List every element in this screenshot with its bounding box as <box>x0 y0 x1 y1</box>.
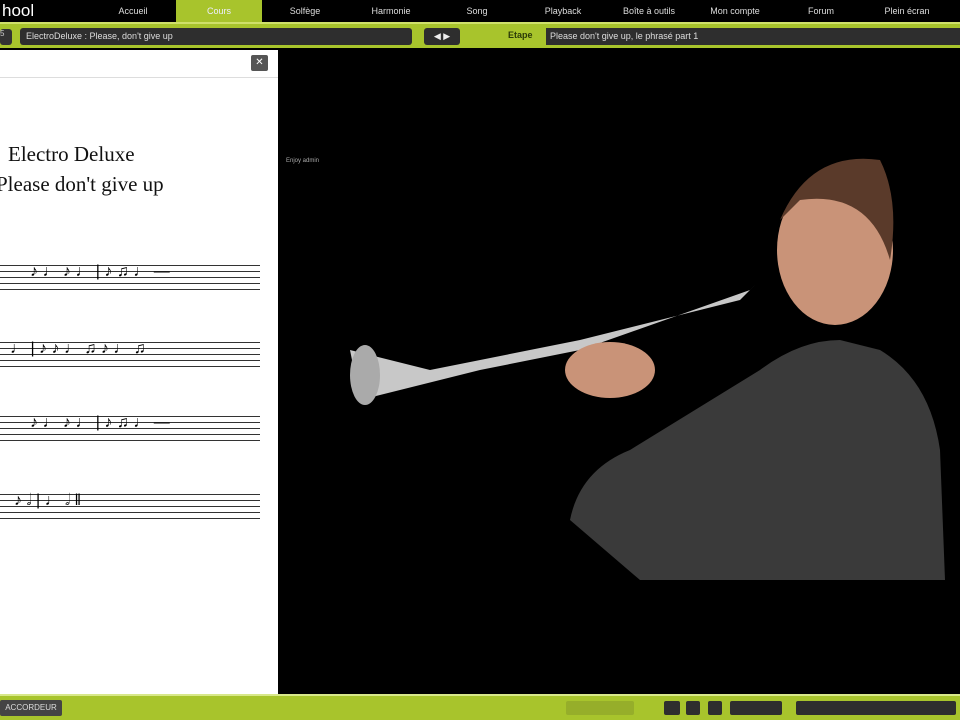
trumpet-player-video-frame <box>350 158 945 580</box>
lesson-bar: 5 ElectroDeluxe : Please, don't give up … <box>0 22 960 48</box>
nav-forum[interactable]: Forum <box>778 0 864 22</box>
video-label: Enjoy admin <box>286 158 320 164</box>
plus-button[interactable] <box>708 701 722 715</box>
score-panel: ✕ Electro Deluxe Please don't give up ♪ … <box>0 50 278 694</box>
video-player[interactable]: Enjoy admin <box>280 50 960 694</box>
staff-3: ♪ ♩ ♪ ♩ | ♪ ♫ ♩ — <box>0 414 260 441</box>
minus-button[interactable] <box>686 701 700 715</box>
progress-bar[interactable] <box>796 701 956 715</box>
score-title: Electro Deluxe <box>8 142 135 166</box>
nav-playback[interactable]: Playback <box>520 0 606 22</box>
nav-plein-ecran[interactable]: Plein écran <box>864 0 950 22</box>
disabled-control <box>566 701 634 715</box>
logo: hool <box>2 1 35 20</box>
accordeur-button[interactable]: ACCORDEUR <box>0 700 62 716</box>
top-navigation: hool Accueil Cours Solfège Harmonie Song… <box>0 0 960 22</box>
prev-next-buttons[interactable]: ◀ ▶ <box>424 28 460 45</box>
staff-4: ♪ 𝅗𝅥 | ♩ 𝅗𝅥 ‖ <box>0 492 260 519</box>
staff-2: ♩ | ♪ ♪ ♩ ♫ ♪ ♩ ♫ <box>0 340 260 367</box>
nav-harmonie[interactable]: Harmonie <box>348 0 434 22</box>
tempo-field[interactable] <box>730 701 782 715</box>
nav-solfege[interactable]: Solfège <box>262 0 348 22</box>
etape-select[interactable]: Please don't give up, le phrasé part 1 <box>546 28 960 45</box>
loop-button[interactable] <box>664 701 680 715</box>
nav-boite-a-outils[interactable]: Boîte à outils <box>606 0 692 22</box>
nav-mon-compte[interactable]: Mon compte <box>692 0 778 22</box>
score-subtitle: Please don't give up <box>0 172 164 196</box>
staff-1: ♪ ♩ ♪ ♩ | ♪ ♫ ♩ — <box>0 263 260 290</box>
divider <box>0 77 278 78</box>
nav-cours[interactable]: Cours <box>176 0 262 22</box>
lesson-number-button[interactable]: 5 <box>0 29 12 45</box>
nav-accueil[interactable]: Accueil <box>90 0 176 22</box>
nav-song[interactable]: Song <box>434 0 520 22</box>
close-score-button[interactable]: ✕ <box>251 55 268 71</box>
lesson-select[interactable]: ElectroDeluxe : Please, don't give up <box>20 28 412 45</box>
etape-label: Etape <box>508 30 533 40</box>
bottom-bar: ACCORDEUR <box>0 694 960 720</box>
